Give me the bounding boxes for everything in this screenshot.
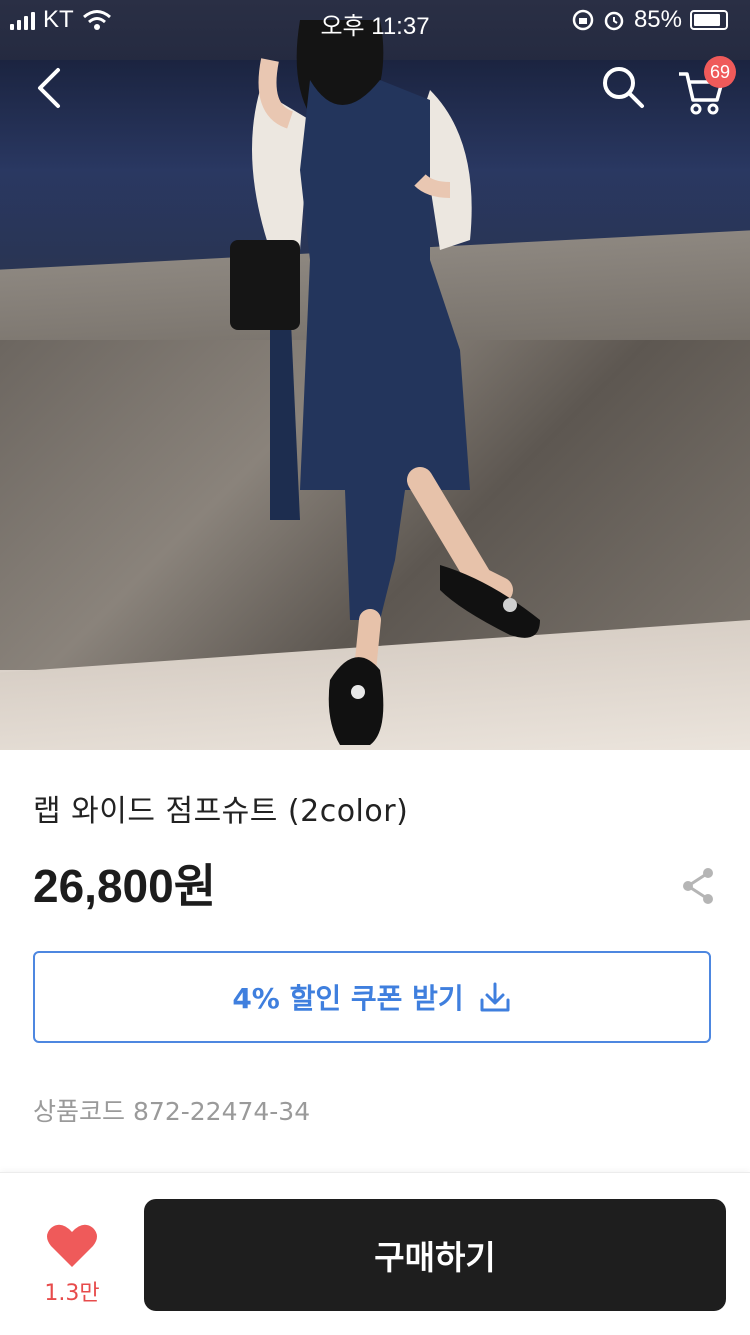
- share-icon: [683, 868, 713, 904]
- like-button[interactable]: 1.3만: [40, 1223, 104, 1309]
- cart-count-badge: 69: [704, 56, 736, 88]
- coupon-download-button[interactable]: 4% 할인 쿠폰 받기: [33, 951, 711, 1043]
- rotation-lock-icon: [572, 9, 594, 31]
- coupon-label: 4% 할인 쿠폰 받기: [232, 982, 464, 1015]
- battery-percent: 85%: [633, 6, 682, 33]
- buy-label: 구매하기: [374, 1238, 496, 1277]
- back-button[interactable]: [28, 64, 72, 112]
- battery-icon: [690, 10, 728, 30]
- status-right-group: 85%: [572, 6, 728, 34]
- product-photo[interactable]: [0, 0, 750, 750]
- status-bar: KT 오후 11:37 85%: [0, 0, 750, 40]
- share-button[interactable]: [680, 866, 716, 906]
- search-icon: [603, 67, 644, 108]
- product-code: 상품코드 872-22474-34: [33, 1092, 310, 1128]
- bottom-action-bar: 1.3만 구매하기: [0, 1172, 750, 1335]
- model-figure-illustration: [230, 20, 540, 745]
- back-arrow-icon: [38, 68, 60, 108]
- search-button[interactable]: [600, 64, 646, 110]
- alarm-icon: [604, 11, 624, 31]
- product-code-value: 872-22474-34: [133, 1097, 311, 1126]
- product-price: 26,800원: [33, 860, 217, 912]
- download-icon: [480, 982, 510, 1012]
- heart-icon: [47, 1224, 97, 1267]
- buy-button[interactable]: 구매하기: [144, 1199, 726, 1311]
- cart-button[interactable]: 69: [676, 56, 736, 115]
- product-title: 랩 와이드 점프슈트 (2color): [33, 794, 409, 829]
- like-count: 1.3만: [44, 1281, 100, 1306]
- product-code-label: 상품코드: [33, 1097, 126, 1126]
